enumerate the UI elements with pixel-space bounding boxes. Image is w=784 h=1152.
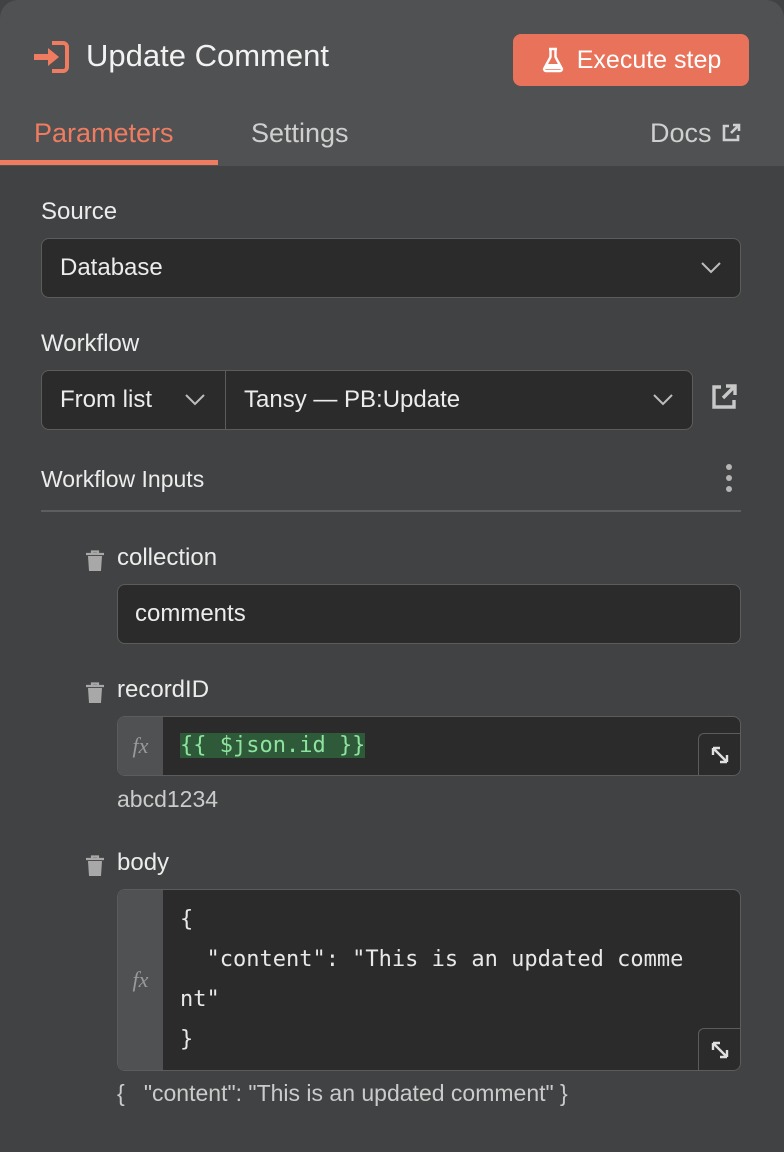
body-result: { "content": "This is an updated comment… <box>117 1080 568 1106</box>
source-select[interactable]: Database <box>41 238 741 298</box>
tab-parameters[interactable]: Parameters <box>34 116 174 150</box>
workflow-inputs-title: Workflow Inputs <box>41 466 205 492</box>
section-divider <box>41 510 741 512</box>
execute-step-label: Execute step <box>576 45 722 74</box>
execute-step-button[interactable]: Execute step <box>513 34 749 86</box>
trash-icon[interactable] <box>85 550 105 572</box>
node-title: Update Comment <box>86 38 329 73</box>
chevron-down-icon <box>185 394 205 406</box>
workflow-value: Tansy — PB:Update <box>244 386 461 413</box>
collection-label: collection <box>117 544 218 571</box>
body-line: { <box>180 907 194 932</box>
flask-icon <box>542 47 563 73</box>
external-link-icon <box>722 123 740 142</box>
recordid-expression-input[interactable]: fx {{ $json.id }} <box>117 716 741 776</box>
body-expression-input[interactable]: fx { "content": "This is an updated comm… <box>117 889 741 1071</box>
open-workflow-icon[interactable] <box>709 382 739 412</box>
fx-icon: fx <box>118 717 163 775</box>
expand-editor-button[interactable] <box>698 733 740 775</box>
docs-label: Docs <box>650 118 712 148</box>
more-options-icon[interactable] <box>724 464 734 492</box>
workflow-select[interactable]: Tansy — PB:Update <box>225 370 693 430</box>
expand-icon <box>711 746 728 763</box>
source-label: Source <box>41 198 118 225</box>
workflow-mode-value: From list <box>60 386 152 413</box>
workflow-label: Workflow <box>41 330 140 357</box>
recordid-label: recordID <box>117 676 210 703</box>
chevron-down-icon <box>701 262 721 274</box>
recordid-result: abcd1234 <box>117 786 219 812</box>
body-line: } <box>180 1027 194 1052</box>
workflow-mode-select[interactable]: From list <box>41 370 227 430</box>
active-tab-indicator <box>0 160 218 165</box>
docs-link[interactable]: Docs <box>650 116 742 150</box>
collection-input[interactable]: comments <box>117 584 741 644</box>
sign-in-icon <box>34 41 69 73</box>
expand-icon <box>711 1041 728 1058</box>
collection-value: comments <box>135 600 246 627</box>
source-value: Database <box>60 254 163 281</box>
panel-header: Update Comment Execute step Parameters S… <box>0 0 784 166</box>
recordid-expression: {{ $json.id }} <box>180 733 366 758</box>
trash-icon[interactable] <box>85 855 105 877</box>
node-panel: Update Comment Execute step Parameters S… <box>0 0 784 1152</box>
body-line: "content": "This is an updated comme <box>180 947 684 972</box>
expand-editor-button[interactable] <box>698 1028 740 1070</box>
body-label: body <box>117 849 170 876</box>
trash-icon[interactable] <box>85 682 105 704</box>
body-line: nt" <box>180 987 220 1012</box>
fx-icon: fx <box>118 890 163 1070</box>
tab-settings[interactable]: Settings <box>251 116 349 150</box>
chevron-down-icon <box>653 394 673 406</box>
